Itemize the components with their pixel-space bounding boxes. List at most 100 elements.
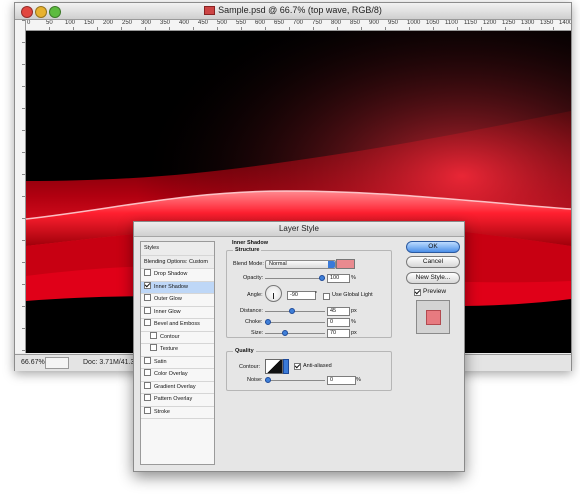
distance-label: Distance:	[240, 308, 263, 314]
style-item[interactable]: Blending Options: Custom	[141, 255, 214, 269]
blend-mode-label: Blend Mode:	[233, 261, 264, 267]
style-item[interactable]: Stroke	[141, 406, 214, 419]
distance-unit: px	[351, 308, 357, 314]
style-checkbox[interactable]	[144, 356, 151, 364]
noise-unit: %	[356, 377, 361, 383]
dialog-title[interactable]: Layer Style	[134, 222, 464, 237]
style-item[interactable]: Texture	[141, 344, 214, 357]
style-item[interactable]: Contour	[141, 331, 214, 344]
window-title-text: Sample.psd @ 66.7% (top wave, RGB/8)	[218, 5, 382, 15]
ruler-tick-label: 1350	[540, 20, 554, 26]
ruler-tick-label: 1000	[407, 20, 421, 26]
style-checkbox[interactable]	[144, 406, 151, 414]
distance-input[interactable]: 45	[327, 307, 350, 316]
style-item[interactable]: Bevel and Emboss	[141, 319, 214, 332]
blend-mode-select[interactable]: Normal	[265, 260, 336, 269]
structure-title: Structure	[233, 247, 262, 253]
preview-label: Preview	[423, 288, 447, 295]
style-item[interactable]: Inner Glow	[141, 306, 214, 319]
style-checkbox[interactable]	[150, 331, 157, 339]
opacity-slider-knob[interactable]	[319, 275, 325, 281]
ruler-tick-label: 750	[312, 20, 323, 26]
preview-checkbox[interactable]	[414, 289, 421, 296]
style-preview	[416, 300, 450, 334]
ruler-tick-label: 1150	[464, 20, 477, 26]
style-item-label: Outer Glow	[154, 296, 182, 302]
choke-label: Choke:	[245, 319, 263, 325]
anti-aliased-checkbox[interactable]	[294, 363, 301, 370]
size-slider[interactable]	[265, 330, 325, 336]
angle-unit: °	[315, 291, 318, 297]
ruler-tick-label: 1100	[445, 20, 458, 26]
noise-input[interactable]: 0	[327, 376, 356, 385]
style-item[interactable]: Gradient Overlay	[141, 381, 214, 394]
distance-slider[interactable]	[265, 308, 325, 314]
style-item[interactable]: Styles	[141, 242, 214, 256]
opacity-input[interactable]: 100	[327, 274, 350, 283]
cancel-button[interactable]: Cancel	[406, 256, 460, 268]
window-title: Sample.psd @ 66.7% (top wave, RGB/8)	[15, 5, 571, 16]
style-checkbox[interactable]	[144, 294, 151, 302]
style-checkbox[interactable]	[150, 344, 157, 352]
angle-label: Angle:	[247, 292, 263, 298]
ruler-tick-label: 1050	[426, 20, 440, 26]
style-item[interactable]: Outer Glow	[141, 294, 214, 307]
document-size[interactable]: Doc: 3.71M/41.3M	[83, 359, 140, 366]
new-style-button[interactable]: New Style...	[406, 272, 460, 284]
ruler-tick-label: 800	[331, 20, 342, 26]
style-item[interactable]: Pattern Overlay	[141, 394, 214, 407]
style-checkbox[interactable]	[144, 381, 151, 389]
style-checkbox[interactable]	[144, 306, 151, 314]
ok-button[interactable]: OK	[406, 241, 460, 253]
style-item[interactable]: Inner Shadow	[141, 281, 214, 294]
zoom-level[interactable]: 66.67%	[21, 359, 45, 366]
style-item-label: Contour	[160, 333, 180, 340]
angle-dial[interactable]	[265, 285, 282, 302]
noise-label: Noise:	[247, 377, 263, 383]
choke-unit: %	[351, 319, 356, 325]
ruler-tick-label: 300	[141, 20, 152, 26]
ruler-tick-label: 950	[388, 20, 399, 26]
style-item[interactable]: Satin	[141, 356, 214, 369]
angle-input[interactable]: -90	[287, 291, 316, 300]
style-checkbox[interactable]	[144, 281, 151, 289]
opacity-label: Opacity:	[243, 275, 264, 281]
ruler-tick-label: 250	[122, 20, 133, 26]
use-global-light-checkbox[interactable]	[323, 293, 330, 300]
ruler-tick-label: 100	[65, 20, 76, 26]
size-input[interactable]: 70	[327, 329, 350, 338]
ruler-tick-label: 200	[103, 20, 114, 26]
ruler-tick-label: 600	[255, 20, 266, 26]
vertical-ruler[interactable]	[15, 20, 26, 353]
contour-label: Contour:	[239, 364, 261, 370]
shadow-color-swatch[interactable]	[336, 259, 355, 269]
contour-preview[interactable]	[265, 359, 283, 374]
opacity-unit: %	[351, 275, 356, 281]
style-checkbox[interactable]	[144, 269, 151, 277]
style-item-label: Color Overlay	[154, 371, 188, 377]
ruler-tick-label: 550	[236, 20, 247, 26]
style-item[interactable]: Drop Shadow	[141, 269, 214, 282]
style-item[interactable]: Color Overlay	[141, 369, 214, 382]
psd-file-icon	[204, 6, 216, 16]
quality-title: Quality	[233, 348, 256, 354]
zoom-field[interactable]	[45, 357, 69, 369]
style-checkbox[interactable]	[144, 319, 151, 327]
ruler-tick-label: 400	[179, 20, 190, 26]
style-preview-swatch	[426, 310, 441, 325]
ruler-tick-label: 350	[160, 20, 171, 26]
style-checkbox[interactable]	[144, 394, 151, 402]
style-checkbox[interactable]	[144, 369, 151, 377]
style-item-label: Bevel and Emboss	[154, 321, 200, 327]
choke-slider-knob[interactable]	[265, 319, 271, 325]
ruler-tick-label: 850	[350, 20, 361, 26]
horizontal-ruler[interactable]: 0 50 100 150 200 250 300 350 400 450 500 550 600 650 7…	[25, 20, 571, 31]
choke-slider[interactable]	[265, 319, 325, 325]
opacity-slider[interactable]	[265, 275, 325, 281]
title-bar[interactable]: Sample.psd @ 66.7% (top wave, RGB/8)	[15, 3, 571, 20]
noise-slider[interactable]	[265, 377, 325, 383]
contour-dropdown-icon[interactable]	[283, 359, 289, 374]
size-label: Size:	[251, 330, 264, 336]
choke-input[interactable]: 0	[327, 318, 350, 327]
noise-slider-knob[interactable]	[265, 377, 271, 383]
